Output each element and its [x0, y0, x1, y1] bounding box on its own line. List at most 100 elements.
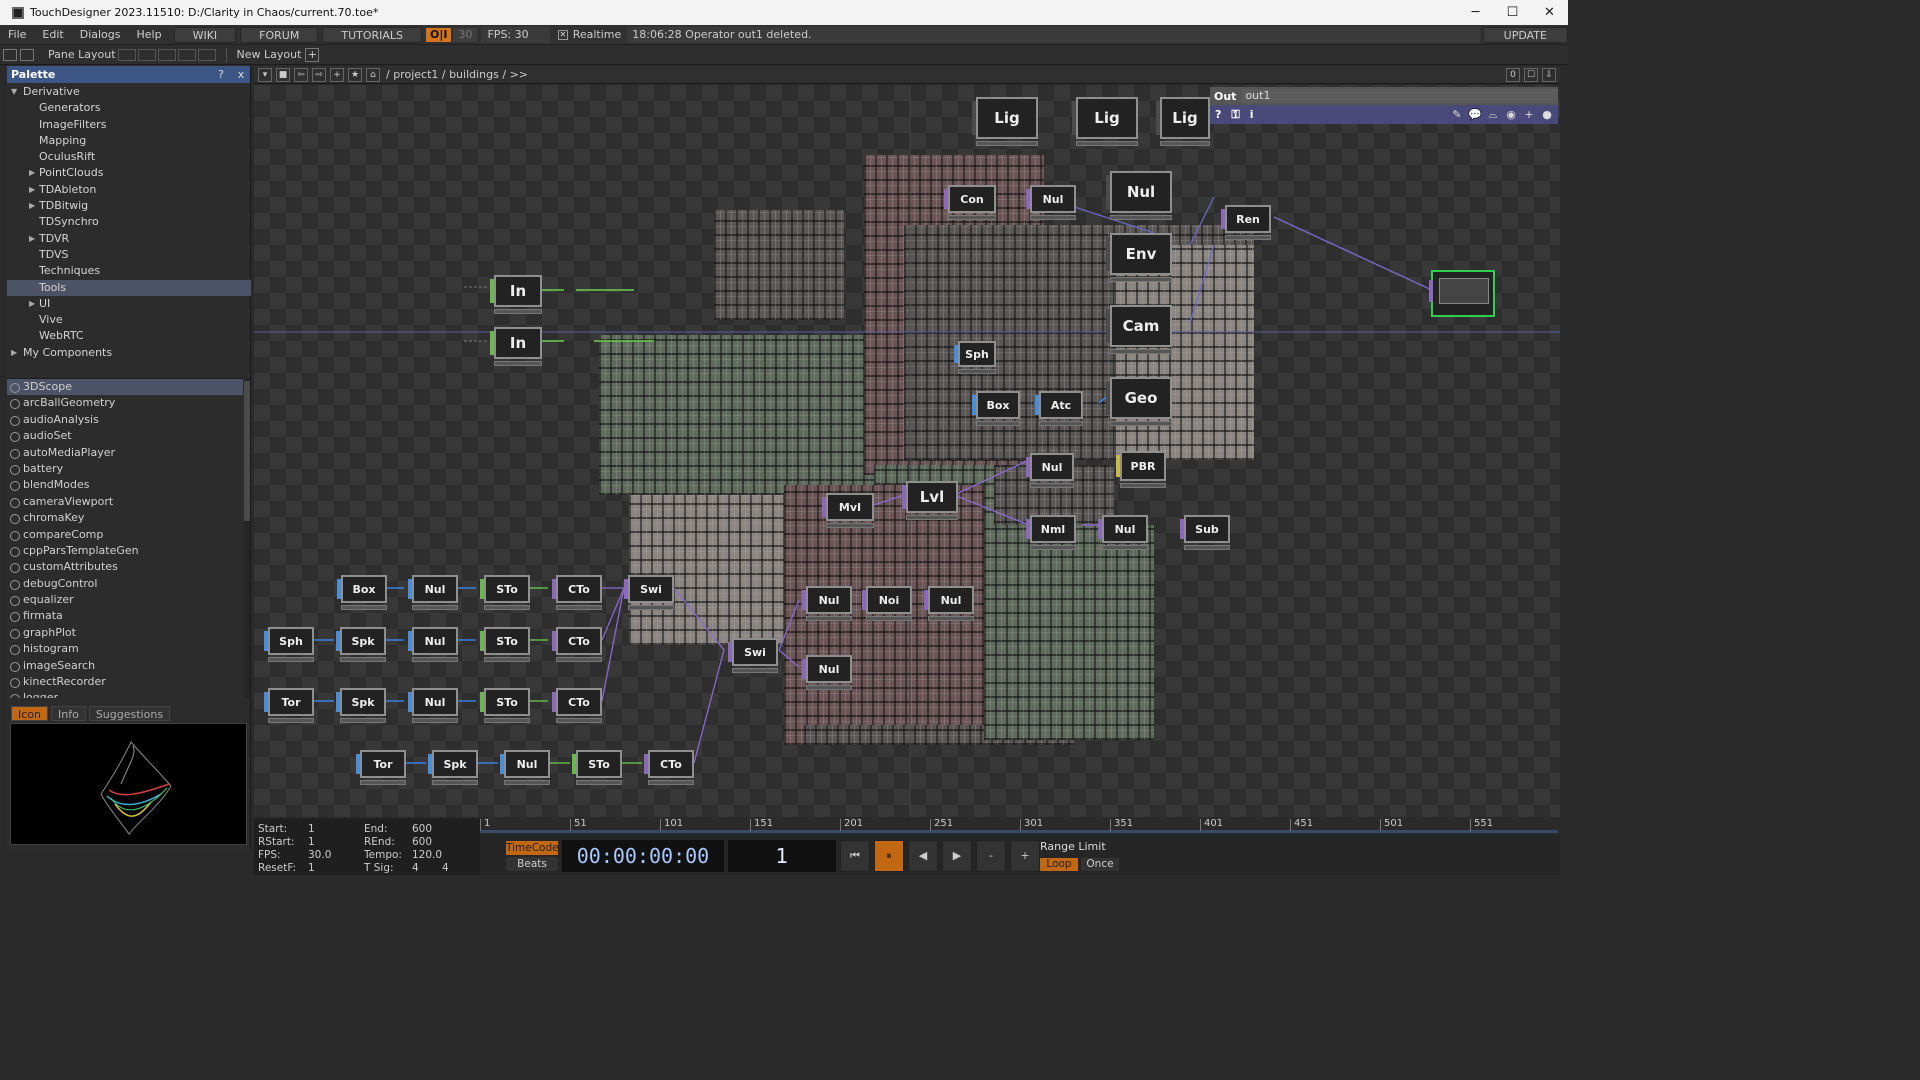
operator-flags-bar[interactable] — [494, 309, 542, 314]
loop-toggle[interactable]: Loop — [1040, 858, 1078, 871]
operator-node[interactable]: Atc — [1035, 391, 1083, 429]
operator-node[interactable]: STo — [480, 688, 530, 726]
operator-flags-bar[interactable] — [484, 605, 530, 610]
forum-button[interactable]: FORUM — [240, 26, 319, 43]
layout-split-vertical-icon[interactable] — [137, 48, 156, 61]
tutorials-button[interactable]: TUTORIALS — [322, 26, 423, 43]
component-list-item[interactable]: audioAnalysis — [7, 412, 243, 428]
op-help-button[interactable]: ? — [1215, 108, 1221, 121]
component-list-item[interactable]: audioSet — [7, 428, 243, 444]
window-icon[interactable] — [3, 48, 17, 61]
palette-tree-item[interactable]: WebRTC — [7, 328, 251, 344]
timeline-ruler[interactable]: 1 51 101 151 201 251 301 351 401 451 501 551 — [480, 817, 1560, 835]
palette-tree-item[interactable]: ▼ Derivative — [7, 84, 251, 100]
operator-node[interactable]: STo — [480, 627, 530, 665]
home-icon[interactable]: ⌂ — [366, 67, 380, 82]
rend-value[interactable]: 600 — [412, 836, 432, 848]
palette-tree-item[interactable]: TDSynchro — [7, 214, 251, 230]
python-help-icon[interactable]: ⚿ — [1231, 108, 1239, 122]
timecode-display[interactable]: 00:00:00:00 — [562, 840, 724, 872]
bypass-icon[interactable]: ⌓ — [1486, 108, 1500, 122]
tsig-value-b[interactable]: 4 — [442, 862, 449, 874]
operator-flags-bar[interactable] — [432, 780, 478, 785]
operator-node[interactable]: Spk — [428, 750, 478, 788]
expand-right-icon[interactable]: ▶ — [29, 165, 35, 181]
operator-flags-bar[interactable] — [1160, 141, 1210, 146]
operator-node[interactable]: Lvl — [902, 481, 958, 523]
operator-node[interactable]: MvI — [822, 493, 874, 531]
stop-icon[interactable]: ■ — [276, 67, 290, 82]
increment-button[interactable]: + — [1010, 840, 1040, 872]
expand-right-icon[interactable]: ▶ — [29, 296, 35, 312]
operator-flags-bar[interactable] — [340, 657, 386, 662]
minimize-button[interactable]: ─ — [1457, 0, 1494, 25]
operator-node[interactable]: Nul — [408, 688, 458, 726]
operator-node[interactable]: PBR — [1116, 451, 1166, 491]
operator-flags-bar[interactable] — [412, 657, 458, 662]
decrement-button[interactable]: - — [976, 840, 1006, 872]
operator-flags-bar[interactable] — [976, 141, 1038, 146]
operator-flags-bar[interactable] — [1225, 235, 1271, 240]
operator-flags-bar[interactable] — [504, 780, 550, 785]
operator-node[interactable]: Tor — [356, 750, 406, 788]
operator-flags-bar[interactable] — [1110, 215, 1172, 220]
wiki-button[interactable]: WIKI — [173, 26, 237, 43]
update-button[interactable]: UPDATE — [1482, 26, 1568, 43]
realtime-checkbox[interactable]: ✕ — [557, 29, 568, 40]
operator-node[interactable]: Nml — [1026, 515, 1076, 553]
operator-node[interactable]: Nul — [924, 586, 974, 624]
operator-flags-bar[interactable] — [484, 657, 530, 662]
operator-flags-bar[interactable] — [976, 421, 1020, 426]
operator-node[interactable]: Nul — [802, 655, 852, 693]
operator-flags-bar[interactable] — [268, 657, 314, 662]
operator-node[interactable]: Sph — [954, 341, 996, 377]
operator-flags-bar[interactable] — [556, 605, 602, 610]
start-value[interactable]: 1 — [308, 823, 315, 835]
timecode-toggle[interactable]: TimeCode — [506, 841, 559, 855]
operator-node[interactable]: Nul — [1026, 453, 1074, 491]
operator-flags-bar[interactable] — [826, 523, 874, 528]
layout-single-icon[interactable] — [117, 48, 136, 61]
beats-toggle[interactable]: Beats — [506, 857, 558, 871]
back-icon[interactable]: ⇦ — [294, 67, 308, 82]
operator-flags-bar[interactable] — [1102, 545, 1148, 550]
add-icon[interactable]: + — [330, 67, 344, 82]
operator-flags-bar[interactable] — [866, 616, 912, 621]
palette-help-button[interactable]: ? — [213, 67, 229, 82]
operator-node[interactable]: CTo — [552, 575, 602, 613]
tab-suggestions[interactable]: Suggestions — [88, 706, 171, 721]
operator-node[interactable]: CTo — [552, 688, 602, 726]
network-editor[interactable]: Lig Lig Lig Nul Env Cam Geo Con Nul Ren In In Sph Box… — [254, 85, 1560, 817]
operator-node[interactable]: Box — [972, 391, 1020, 429]
tab-icon[interactable]: Icon — [11, 706, 48, 721]
expand-right-icon[interactable]: ▶ — [11, 345, 17, 361]
once-toggle[interactable]: Once — [1081, 858, 1119, 871]
dropdown-icon[interactable]: ▾ — [258, 67, 272, 82]
palette-tree-item[interactable]: ▶ TDAbleton — [7, 182, 251, 198]
component-list-scrollbar[interactable] — [244, 379, 250, 699]
menu-edit[interactable]: Edit — [34, 28, 71, 41]
component-list-item[interactable]: battery — [7, 461, 243, 477]
operator-node[interactable]: CTo — [644, 750, 694, 788]
operator-node[interactable]: Con — [944, 185, 996, 223]
component-list-item[interactable]: equalizer — [7, 592, 243, 608]
operator-node[interactable]: Nul — [500, 750, 550, 788]
operator-node[interactable]: Box — [337, 575, 387, 613]
operator-node[interactable]: Env — [1106, 233, 1172, 285]
operator-node[interactable]: Swi — [624, 575, 674, 613]
operator-flags-bar[interactable] — [412, 605, 458, 610]
component-list-item[interactable]: imageSearch — [7, 658, 243, 674]
operator-flags-bar[interactable] — [341, 605, 387, 610]
operator-flags-bar[interactable] — [556, 657, 602, 662]
operator-flags-bar[interactable] — [1030, 483, 1074, 488]
edit-icon[interactable]: ✎ — [1450, 108, 1464, 122]
op-name-field[interactable]: out1 — [1242, 89, 1558, 103]
operator-flags-bar[interactable] — [1030, 545, 1076, 550]
component-list-item[interactable]: logger — [7, 690, 243, 698]
operator-node[interactable]: Tor — [264, 688, 314, 726]
operator-node[interactable]: Spk — [336, 627, 386, 665]
operator-flags-bar[interactable] — [806, 616, 852, 621]
download-icon[interactable]: ⇩ — [1542, 68, 1556, 82]
component-list-item[interactable]: autoMediaPlayer — [7, 445, 243, 461]
frame-display[interactable]: 1 — [728, 840, 836, 872]
